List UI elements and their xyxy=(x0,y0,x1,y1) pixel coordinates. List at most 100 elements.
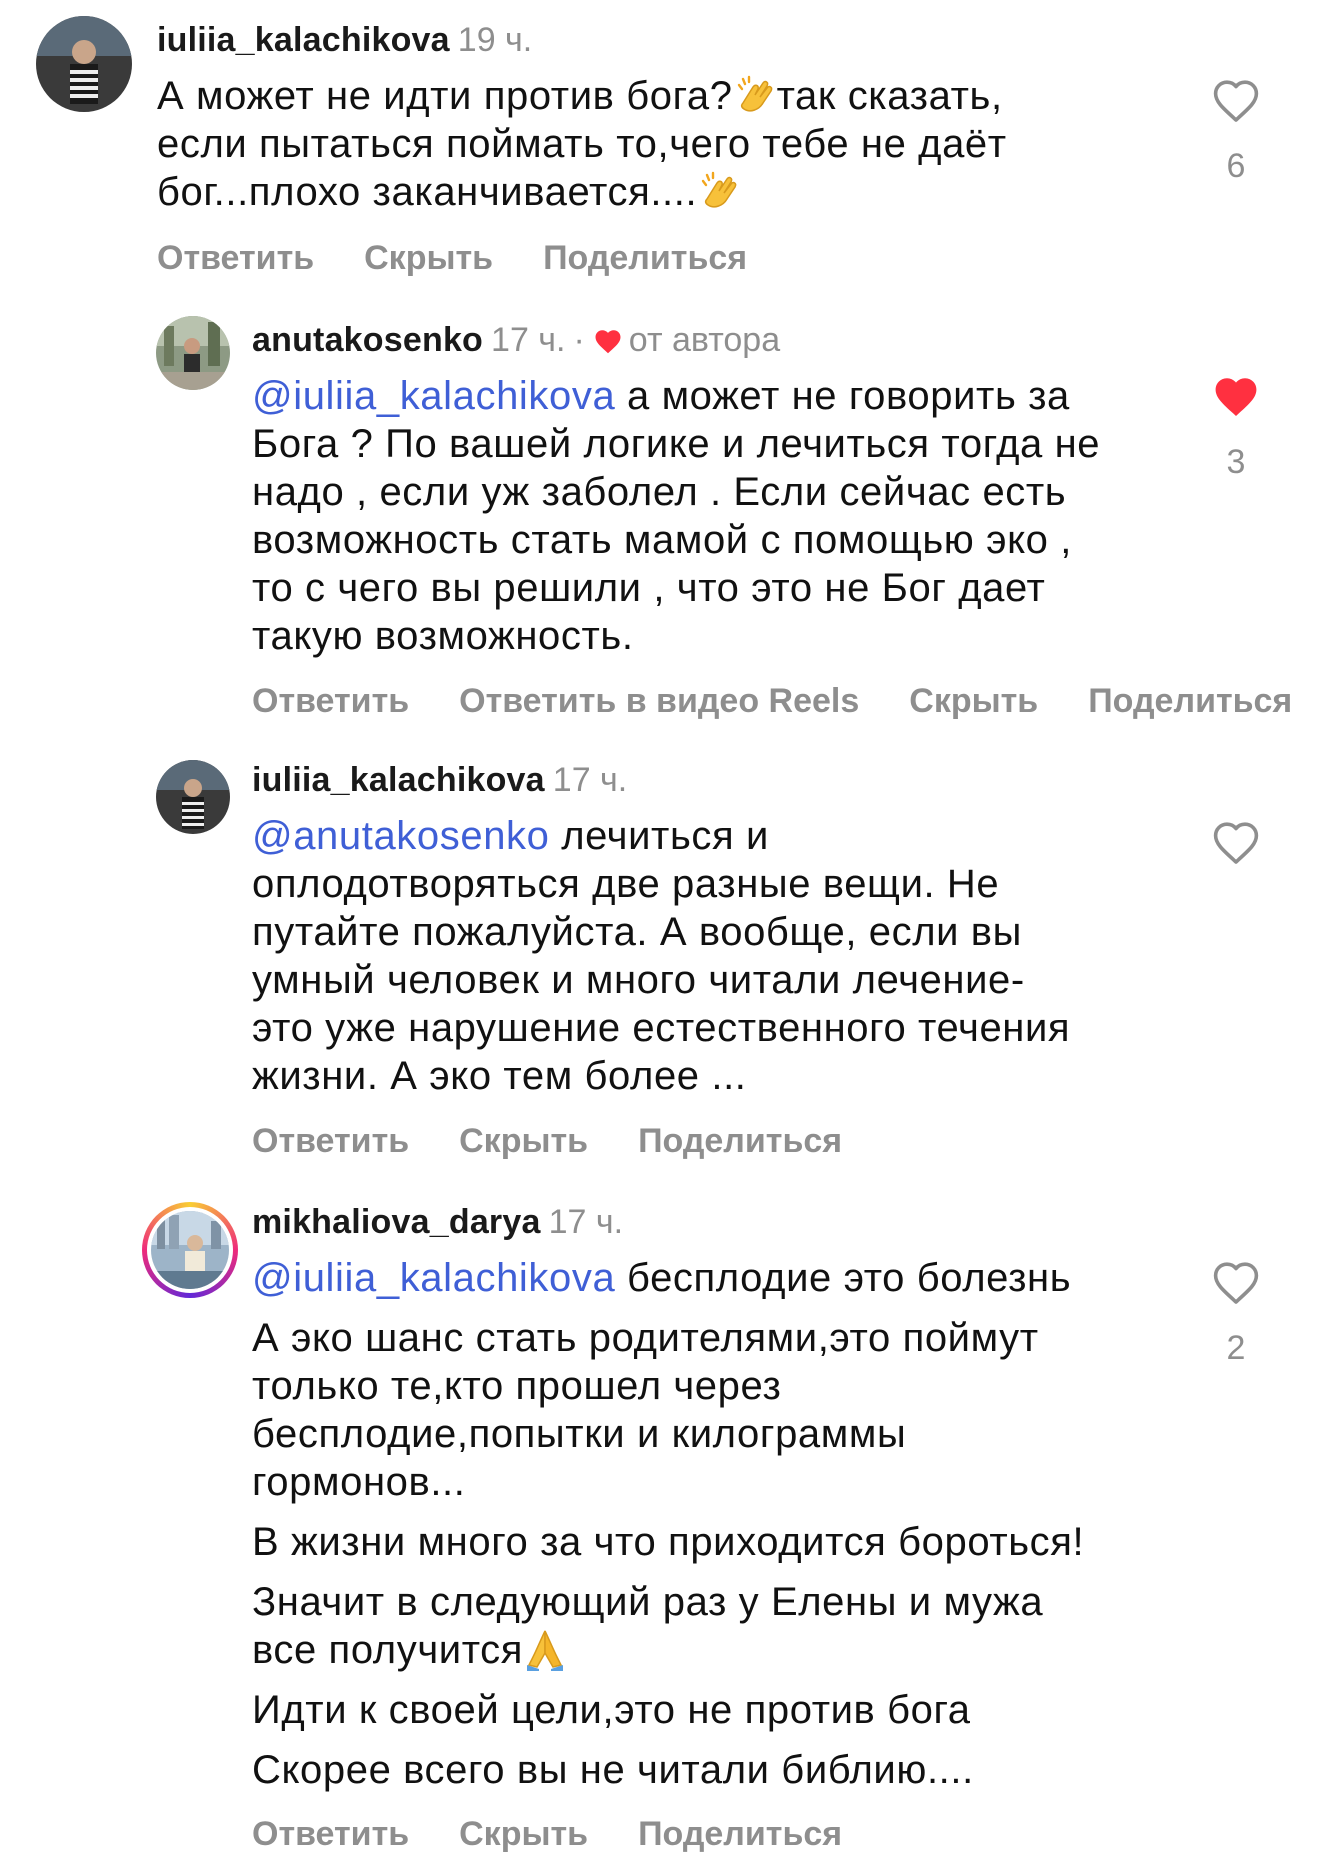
comment-text-segment: А эко шанс стать родителями,это поймут xyxy=(252,1316,1039,1360)
avatar-story-ring[interactable] xyxy=(142,1202,238,1298)
comment-header: anutakosenko 17 ч. · от автора xyxy=(252,320,780,360)
timestamp: 17 ч. xyxy=(548,1203,624,1241)
action-button[interactable]: Поделиться xyxy=(543,239,747,277)
username[interactable]: iuliia_kalachikova xyxy=(157,21,450,59)
comment-line: умный человек и много читали лечение- xyxy=(252,956,1070,1004)
comment-line: А эко шанс стать родителями,это поймут xyxy=(252,1314,1084,1362)
comment-text-segment: такую возможность. xyxy=(252,614,634,658)
username[interactable]: anutakosenko xyxy=(252,321,483,359)
action-button[interactable]: Скрыть xyxy=(459,1122,588,1160)
action-button[interactable]: Скрыть xyxy=(364,239,493,277)
comment-text: @iuliia_kalachikova бесплодие это болезн… xyxy=(252,1254,1084,1794)
avatar[interactable] xyxy=(156,316,230,390)
action-button[interactable]: Скрыть xyxy=(459,1815,588,1853)
mention-link[interactable]: @iuliia_kalachikova xyxy=(252,374,615,418)
comment-text-segment: оплодотворяться две разные вещи. Не xyxy=(252,862,1000,906)
comment-line: если пытаться поймать то,чего тебе не да… xyxy=(157,120,1007,168)
comment-text-segment: жизни. А эко тем более ... xyxy=(252,1054,747,1098)
action-button[interactable]: Ответить в видео Reels xyxy=(459,682,859,720)
comment-text-segment: В жизни много за что приходится бороться… xyxy=(252,1520,1085,1564)
comment-text-segment: Идти к своей цели,это не против бога xyxy=(252,1688,971,1732)
comment-header: iuliia_kalachikova 17 ч. xyxy=(252,760,627,800)
comment-text-segment: если пытаться поймать то,чего тебе не да… xyxy=(157,122,1007,166)
comment-actions: Ответить Скрыть Поделиться xyxy=(252,1814,892,1854)
comment-line: @anutakosenko лечиться и xyxy=(252,812,1070,860)
clap-emoji-icon xyxy=(733,73,777,117)
like-heart-icon[interactable] xyxy=(1210,372,1262,420)
mention-link[interactable]: @anutakosenko xyxy=(252,814,550,858)
comment-text-segment: Скорее всего вы не читали библию.... xyxy=(252,1748,974,1792)
comment-text-segment: это уже нарушение естественного течения xyxy=(252,1006,1071,1050)
comment-actions: Ответить Скрыть Поделиться xyxy=(252,1121,892,1161)
comment-line: бог...плохо заканчивается.... xyxy=(157,168,1007,216)
like-heart-icon[interactable] xyxy=(1210,1258,1262,1306)
comment-text-segment: а может не говорить за xyxy=(615,374,1070,418)
comment-actions: Ответить Скрыть Поделиться xyxy=(157,238,797,278)
like-count: 3 xyxy=(1226,443,1246,481)
action-button[interactable]: Поделиться xyxy=(638,1122,842,1160)
comment-text-segment: бог...плохо заканчивается.... xyxy=(157,170,698,214)
comment-text-segment: умный человек и много читали лечение- xyxy=(252,958,1025,1002)
comment-actions: Ответить Ответить в видео Reels Скрыть Поде… xyxy=(252,681,1320,721)
comment-line: возможность стать мамой с помощью эко , xyxy=(252,516,1100,564)
comment-line: путайте пожалуйста. А вообще, если вы xyxy=(252,908,1070,956)
comment-line: В жизни много за что приходится бороться… xyxy=(252,1518,1084,1566)
timestamp: 17 ч. xyxy=(552,761,628,799)
comment-text: @anutakosenko лечиться и оплодотворяться … xyxy=(252,812,1070,1100)
action-button[interactable]: Поделиться xyxy=(1088,682,1292,720)
comment-line: @iuliia_kalachikova а может не говорить … xyxy=(252,372,1100,420)
author-heart-icon xyxy=(593,323,623,353)
comment-line: только те,кто прошел через xyxy=(252,1362,1084,1410)
comment-line: все получится xyxy=(252,1626,1084,1674)
like-heart-icon[interactable] xyxy=(1210,818,1262,866)
comment-text: @iuliia_kalachikova а может не говорить … xyxy=(252,372,1100,660)
comment-line: гормонов... xyxy=(252,1458,1084,1506)
comment-text-segment: бесплодие,попытки и килограммы xyxy=(252,1412,907,1456)
comment-text-segment: А может не идти против бога? xyxy=(157,74,733,118)
comment-line: такую возможность. xyxy=(252,612,1100,660)
comment-line: Значит в следующий раз у Елены и мужа xyxy=(252,1578,1084,1626)
avatar[interactable] xyxy=(36,16,132,112)
username[interactable]: mikhaliova_darya xyxy=(252,1203,541,1241)
action-button[interactable]: Ответить xyxy=(252,1815,409,1853)
timestamp: 17 ч. xyxy=(491,321,566,359)
comment-line: Бога ? По вашей логике и лечиться тогда … xyxy=(252,420,1100,468)
by-author-label: от автора xyxy=(628,321,781,359)
comment-text: А может не идти против бога? так сказать,… xyxy=(157,72,1007,216)
comment-line: бесплодие,попытки и килограммы xyxy=(252,1410,1084,1458)
mention-link[interactable]: @iuliia_kalachikova xyxy=(252,1256,615,1300)
comment-line: А может не идти против бога? так сказать, xyxy=(157,72,1007,120)
like-count: 6 xyxy=(1226,147,1246,185)
comment-text-segment: гормонов... xyxy=(252,1460,466,1504)
comment-text-segment: Значит в следующий раз у Елены и мужа xyxy=(252,1580,1044,1624)
comment-text-segment: путайте пожалуйста. А вообще, если вы xyxy=(252,910,1023,954)
action-button[interactable]: Ответить xyxy=(252,682,409,720)
like-heart-icon[interactable] xyxy=(1210,76,1262,124)
pray-emoji-icon xyxy=(523,1627,567,1671)
action-button[interactable]: Скрыть xyxy=(909,682,1038,720)
action-button[interactable]: Поделиться xyxy=(638,1815,842,1853)
comment-text-segment: все получится xyxy=(252,1628,524,1672)
comment-line: это уже нарушение естественного течения xyxy=(252,1004,1070,1052)
timestamp: 19 ч. xyxy=(457,21,533,59)
like-count: 2 xyxy=(1226,1329,1246,1367)
comment-line: Скорее всего вы не читали библию.... xyxy=(252,1746,1084,1794)
comment-text-segment: бесплодие это болезнь xyxy=(615,1256,1072,1300)
comment-line: Идти к своей цели,это не против бога xyxy=(252,1686,1084,1734)
comment-text-segment: Бога ? По вашей логике и лечиться тогда … xyxy=(252,422,1101,466)
comment-thread: iuliia_kalachikova 19 ч. А может не идти … xyxy=(0,0,1320,1866)
comment-text-segment: лечиться и xyxy=(549,814,769,858)
comment-text-segment: только те,кто прошел через xyxy=(252,1364,782,1408)
comment-line: надо , если уж заболел . Если сейчас ест… xyxy=(252,468,1100,516)
comment-text-segment: то с чего вы решили , что это не Бог дае… xyxy=(252,566,1046,610)
comment-text-segment: возможность стать мамой с помощью эко , xyxy=(252,518,1072,562)
comment-header: mikhaliova_darya 17 ч. xyxy=(252,1202,623,1242)
separator-dot: · xyxy=(573,321,585,359)
comment-line: жизни. А эко тем более ... xyxy=(252,1052,1070,1100)
action-button[interactable]: Ответить xyxy=(157,239,314,277)
username[interactable]: iuliia_kalachikova xyxy=(252,761,545,799)
comment-line: оплодотворяться две разные вещи. Не xyxy=(252,860,1070,908)
action-button[interactable]: Ответить xyxy=(252,1122,409,1160)
avatar[interactable] xyxy=(156,760,230,834)
clap-emoji-icon xyxy=(697,169,741,213)
